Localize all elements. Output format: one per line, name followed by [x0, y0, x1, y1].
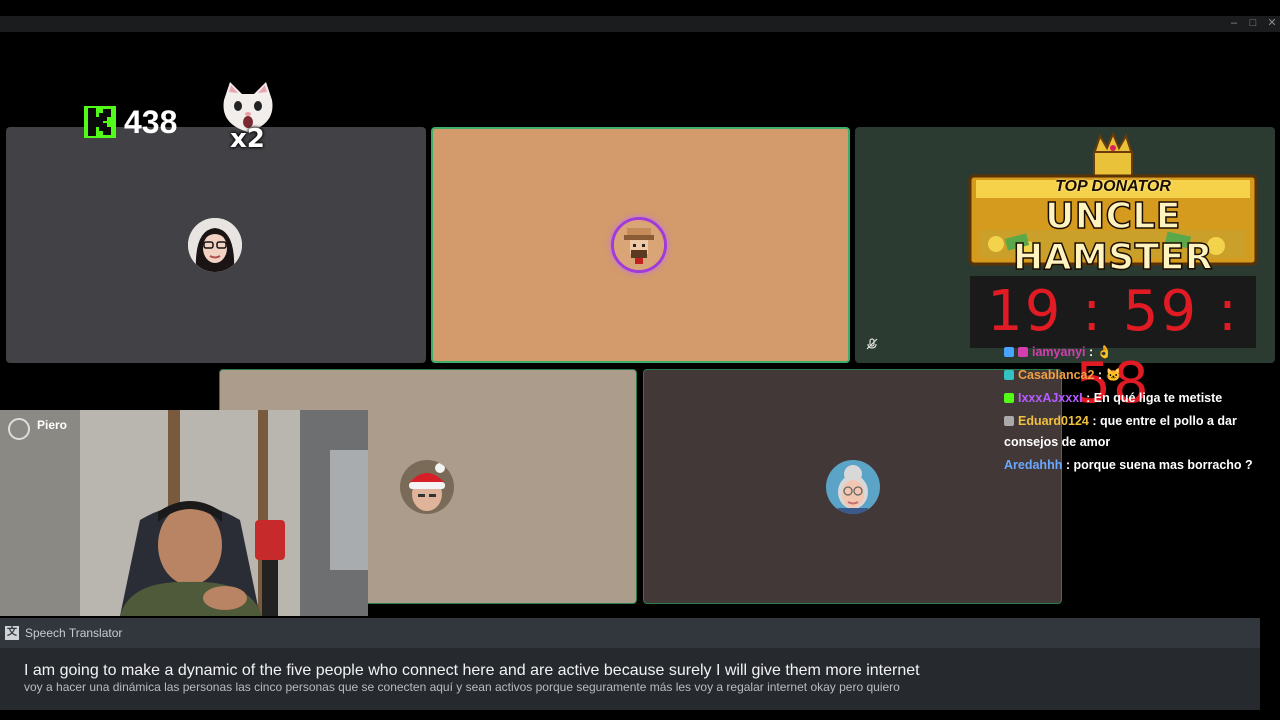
- chat-message: Eduard0124 : que entre el pollo a dar co…: [1004, 414, 1237, 449]
- chat-badge-icon: [1004, 370, 1014, 380]
- chat-username: Casablanca2: [1018, 368, 1095, 382]
- chat-badge-icon: [1004, 347, 1014, 357]
- speech-translator-panel: 文 Speech Translator I am going to make a…: [0, 618, 1260, 710]
- chat-username: Eduard0124: [1018, 414, 1089, 428]
- translate-icon: 文: [5, 626, 19, 640]
- chat-text: En qué liga te metiste: [1093, 391, 1223, 405]
- banner-title: TOP DONATOR: [1055, 178, 1171, 195]
- translator-title: Speech Translator: [25, 626, 123, 640]
- chat-badge-icon: [1004, 393, 1014, 403]
- chat-message: Casablanca2 : 🐱: [1004, 365, 1264, 386]
- chat-message: iamyanyi : 👌: [1004, 342, 1264, 363]
- kick-counter: 438: [84, 104, 177, 140]
- minimize-button[interactable]: –: [1227, 17, 1241, 30]
- participant-avatar: [826, 460, 880, 514]
- participant-avatar: [611, 217, 667, 273]
- close-button[interactable]: ✕: [1265, 17, 1279, 30]
- banner-name: UNCLE HAMSTER: [1012, 195, 1214, 279]
- participant-tile-1[interactable]: [6, 127, 426, 363]
- chat-message: IxxxAJxxxI : En qué liga te metiste: [1004, 388, 1264, 409]
- maximize-button[interactable]: □: [1246, 17, 1260, 30]
- window-title-bar: [0, 16, 1280, 32]
- kick-count: 438: [124, 103, 178, 140]
- chat-username: iamyanyi: [1032, 345, 1086, 359]
- streamer-logo-icon: [8, 418, 30, 440]
- chat-overlay: iamyanyi : 👌 Casablanca2 : 🐱 IxxxAJxxxI …: [1004, 342, 1264, 478]
- chat-text: porque suena mas borracho ?: [1073, 458, 1253, 472]
- kick-logo-icon: [84, 106, 116, 138]
- participant-tile-2-speaking[interactable]: [431, 127, 850, 363]
- chat-badge-icon: [1004, 416, 1014, 426]
- participant-tile-5[interactable]: [643, 369, 1062, 604]
- participant-avatar: [188, 218, 242, 272]
- chat-username: Aredahhh: [1004, 458, 1063, 472]
- chat-text: 🐱: [1105, 368, 1122, 382]
- chat-username: IxxxAJxxxI: [1018, 391, 1083, 405]
- participant-avatar: [400, 460, 454, 514]
- translated-text: I am going to make a dynamic of the five…: [24, 662, 920, 679]
- chat-text: 👌: [1096, 345, 1113, 359]
- countdown-timer: 19 : 59 : 58: [970, 276, 1256, 416]
- webcam-name-label: Piero: [37, 418, 68, 432]
- emote-multiplier: x2: [230, 124, 265, 154]
- chat-badge-icon: [1018, 347, 1028, 357]
- original-text: voy a hacer una dinámica las personas la…: [24, 680, 900, 694]
- chat-message: Aredahhh : porque suena mas borracho ?: [1004, 458, 1253, 472]
- webcam-feed: [0, 410, 368, 616]
- translator-header: 文 Speech Translator: [0, 618, 1260, 648]
- top-donator-banner: TOP DONATOR UNCLE HAMSTER: [966, 131, 1260, 279]
- mic-muted-icon: [866, 338, 878, 353]
